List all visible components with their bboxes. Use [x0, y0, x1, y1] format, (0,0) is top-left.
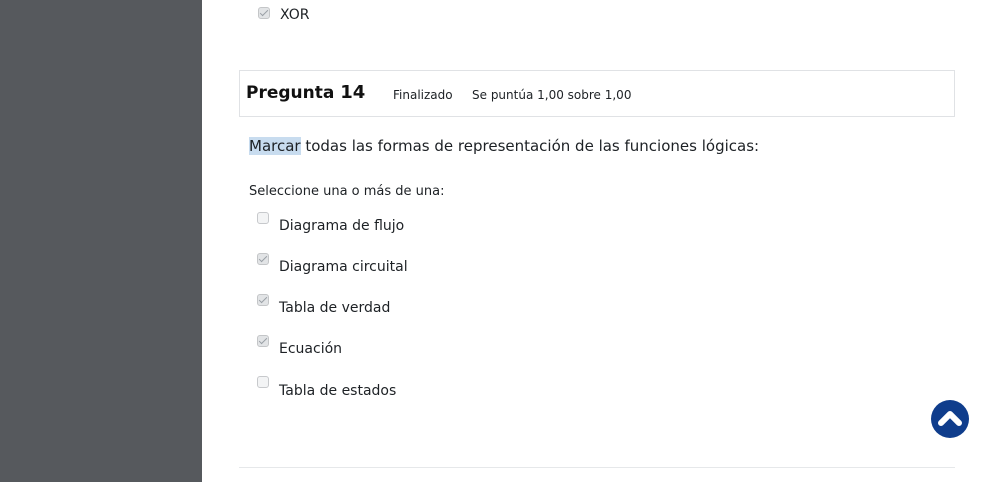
option-checkbox — [257, 294, 269, 306]
question-title-prefix: Pregunta — [246, 83, 335, 103]
highlighted-word: Marcar — [249, 137, 301, 155]
question-text: Marcar todas las formas de representació… — [249, 137, 759, 155]
question-divider — [239, 467, 955, 468]
question-text-rest: todas las formas de representación de la… — [300, 137, 760, 155]
chevron-up-icon — [938, 411, 962, 426]
back-to-top-button[interactable] — [931, 400, 969, 438]
answer-prompt: Seleccione una o más de una: — [249, 184, 445, 199]
question-grade: Se puntúa 1,00 sobre 1,00 — [472, 88, 632, 102]
left-drawer — [0, 0, 202, 482]
option-label: Tabla de verdad — [279, 300, 391, 316]
question-info-box: Pregunta 14 Finalizado Se puntúa 1,00 so… — [239, 70, 955, 117]
question-title: Pregunta 14 — [246, 82, 365, 103]
question-page: XOR Pregunta 14 Finalizado Se puntúa 1,0… — [202, 0, 991, 482]
option-checkbox — [257, 212, 269, 224]
option-checkbox-xor — [258, 7, 270, 19]
option-label: Ecuación — [279, 341, 343, 357]
option-label: Diagrama circuital — [279, 259, 408, 275]
question-number: 14 — [340, 82, 366, 103]
option-label: Diagrama de flujo — [279, 218, 405, 234]
option-checkbox — [257, 335, 269, 347]
option-label: Tabla de estados — [279, 383, 397, 399]
question-state: Finalizado — [393, 88, 453, 102]
option-label-xor: XOR — [280, 7, 310, 23]
option-checkbox — [257, 376, 269, 388]
option-checkbox — [257, 253, 269, 265]
